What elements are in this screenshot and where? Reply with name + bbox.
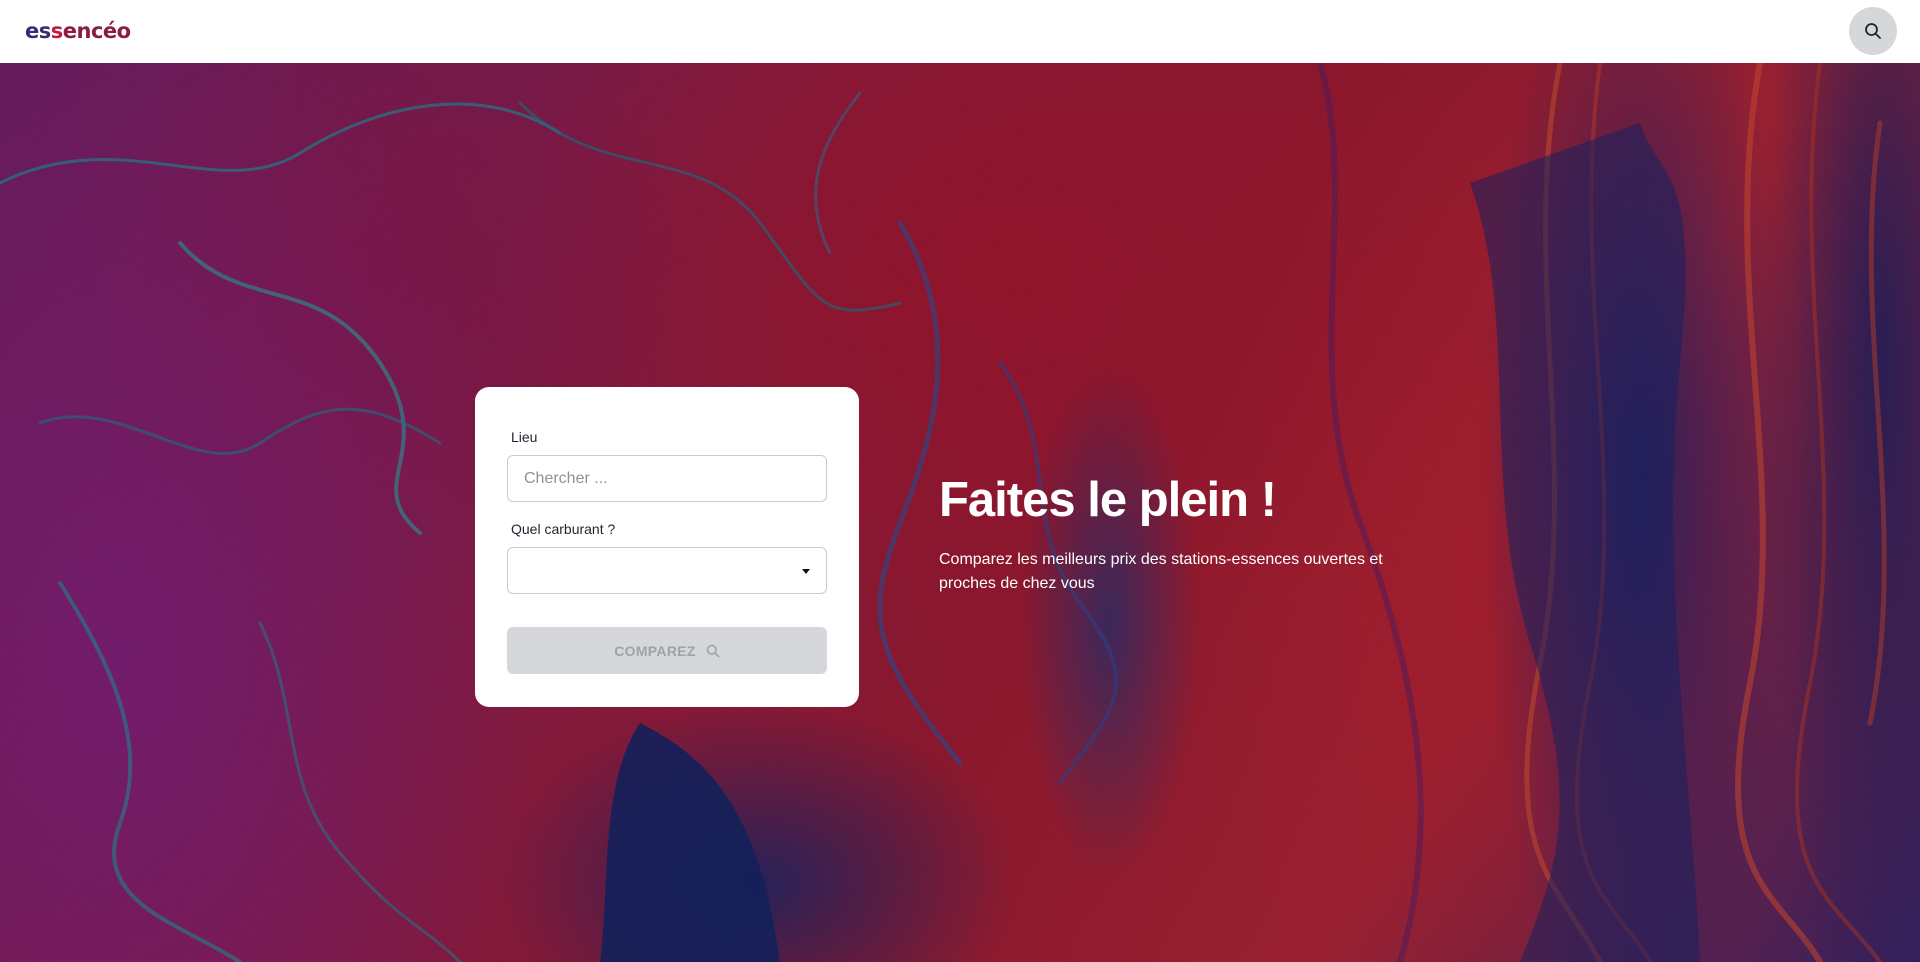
location-label: Lieu: [511, 429, 538, 445]
search-icon: [706, 644, 720, 657]
header-search-button[interactable]: [1849, 7, 1897, 55]
search-form-card: Lieu Quel carburant ? COMPAREZ: [475, 387, 859, 707]
chevron-down-icon: [802, 569, 810, 574]
hero-section: Faites le plein ! Comparez les meilleurs…: [0, 63, 1920, 962]
top-header: essencéo: [0, 0, 1920, 63]
logo-part-1: es: [25, 19, 51, 43]
compare-button-label: COMPAREZ: [614, 642, 696, 659]
compare-button[interactable]: COMPAREZ: [507, 627, 827, 674]
hero-subtitle: Comparez les meilleurs prix des stations…: [939, 551, 1383, 592]
logo-part-3: encéo: [62, 19, 131, 43]
brand-logo[interactable]: essencéo: [25, 18, 131, 44]
fuel-select[interactable]: [507, 547, 827, 594]
fuel-label: Quel carburant ?: [511, 521, 616, 537]
logo-part-2: s: [50, 19, 64, 43]
location-input[interactable]: [507, 455, 827, 502]
hero-title: Faites le plein !: [939, 473, 1277, 527]
search-icon: [1865, 23, 1881, 39]
